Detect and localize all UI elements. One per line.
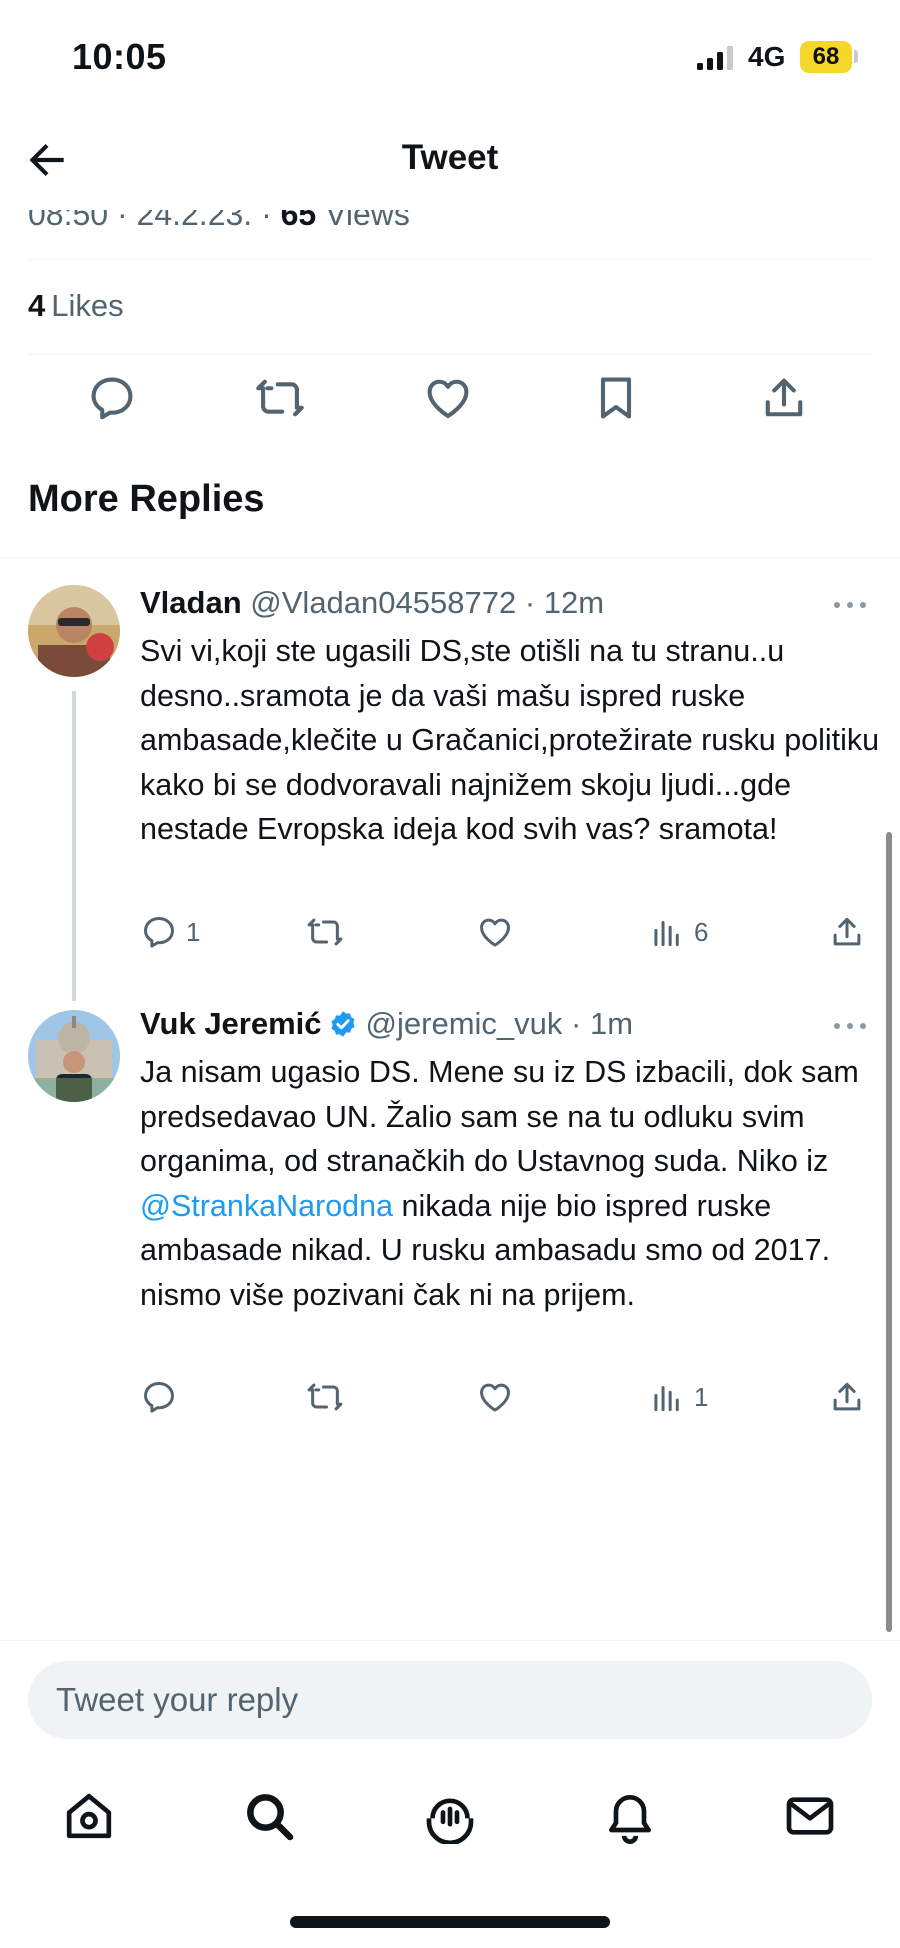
reply-actions: 1 6 [140, 913, 880, 957]
likes-label: Likes [51, 288, 124, 323]
avatar[interactable] [28, 1010, 120, 1102]
tab-bar [0, 1760, 900, 1880]
avatar-image [28, 585, 120, 677]
verified-badge-icon [331, 1011, 355, 1037]
battery-tip [854, 50, 858, 63]
like-icon [480, 918, 510, 947]
reply-composer [0, 1640, 900, 1760]
retweet-icon [307, 1383, 343, 1411]
thread-line [72, 691, 76, 1001]
status-bar: 10:05 4G 68 [0, 0, 900, 110]
scrollbar[interactable] [886, 832, 892, 1632]
avatar[interactable] [28, 585, 120, 677]
retweet-icon [307, 918, 343, 946]
views-icon [654, 920, 679, 947]
search-icon[interactable] [241, 1788, 297, 1844]
share-button[interactable] [828, 1378, 866, 1416]
reply-button[interactable]: 1 [140, 913, 200, 951]
page-title: Tweet [401, 138, 499, 177]
reply-icon [144, 1382, 174, 1413]
reply-text: Svi vi,koji ste ugasili DS,ste otišli na… [140, 634, 880, 846]
avatar-image [28, 1010, 120, 1102]
retweet-button[interactable] [306, 913, 344, 951]
battery-level: 68 [800, 41, 852, 73]
share-icon[interactable] [758, 372, 810, 424]
share-button[interactable] [828, 913, 866, 951]
views-icon [654, 1385, 679, 1412]
divider [28, 354, 872, 355]
likes-count: 4 [28, 288, 46, 323]
reply-count: 1 [186, 916, 201, 947]
reply-icon [144, 917, 174, 948]
reply-header: Vladan @Vladan04558772 · 12m [140, 585, 604, 621]
more-icon[interactable] [830, 1016, 870, 1036]
reply-header: Vuk Jeremić @jeremic_vuk · 1m [140, 1006, 633, 1042]
reply-time: · 12m [524, 585, 605, 620]
divider [28, 259, 872, 260]
tweet-actions [0, 372, 900, 436]
views-count: 1 [694, 1381, 709, 1412]
reply-input[interactable] [28, 1661, 872, 1739]
reply-time: · 1m [571, 1006, 634, 1041]
views-count: 6 [694, 916, 709, 947]
likes-row[interactable]: 4 Likes [28, 288, 124, 324]
home-indicator [290, 1916, 610, 1928]
like-button[interactable] [476, 1378, 514, 1416]
divider [0, 557, 900, 558]
mention-link[interactable]: @StrankaNarodna [140, 1189, 393, 1223]
reply-text: Ja nisam ugasio DS. Mene su iz DS izbaci… [140, 1050, 880, 1317]
retweet-icon[interactable] [254, 372, 306, 424]
spaces-icon[interactable] [422, 1788, 478, 1844]
signal-icon [697, 46, 733, 70]
nav-header: Tweet [0, 110, 900, 210]
reply-text-before: Ja nisam ugasio DS. Mene su iz DS izbaci… [140, 1055, 859, 1178]
views-button[interactable]: 1 [648, 1378, 708, 1416]
like-button[interactable] [476, 913, 514, 951]
messages-icon[interactable] [782, 1788, 838, 1844]
bookmark-icon[interactable] [590, 372, 642, 424]
home-icon[interactable] [61, 1788, 117, 1844]
reply-button[interactable] [140, 1378, 178, 1416]
reply-author-handle[interactable]: @Vladan04558772 [250, 585, 516, 620]
share-icon [833, 917, 861, 946]
notifications-icon[interactable] [602, 1788, 658, 1844]
status-time: 10:05 [72, 36, 167, 77]
share-icon [833, 1382, 861, 1411]
network-type: 4G [748, 41, 786, 72]
section-title: More Replies [28, 478, 265, 520]
like-icon[interactable] [422, 372, 474, 424]
reply-actions: 1 [140, 1378, 880, 1422]
more-icon[interactable] [830, 595, 870, 615]
like-icon [480, 1383, 510, 1412]
reply-author-handle[interactable]: @jeremic_vuk [366, 1006, 563, 1041]
reply-author-name[interactable]: Vuk Jeremić [140, 1006, 322, 1041]
reply-icon[interactable] [86, 372, 138, 424]
views-button[interactable]: 6 [648, 913, 708, 951]
retweet-button[interactable] [306, 1378, 344, 1416]
reply-author-name[interactable]: Vladan [140, 585, 242, 620]
